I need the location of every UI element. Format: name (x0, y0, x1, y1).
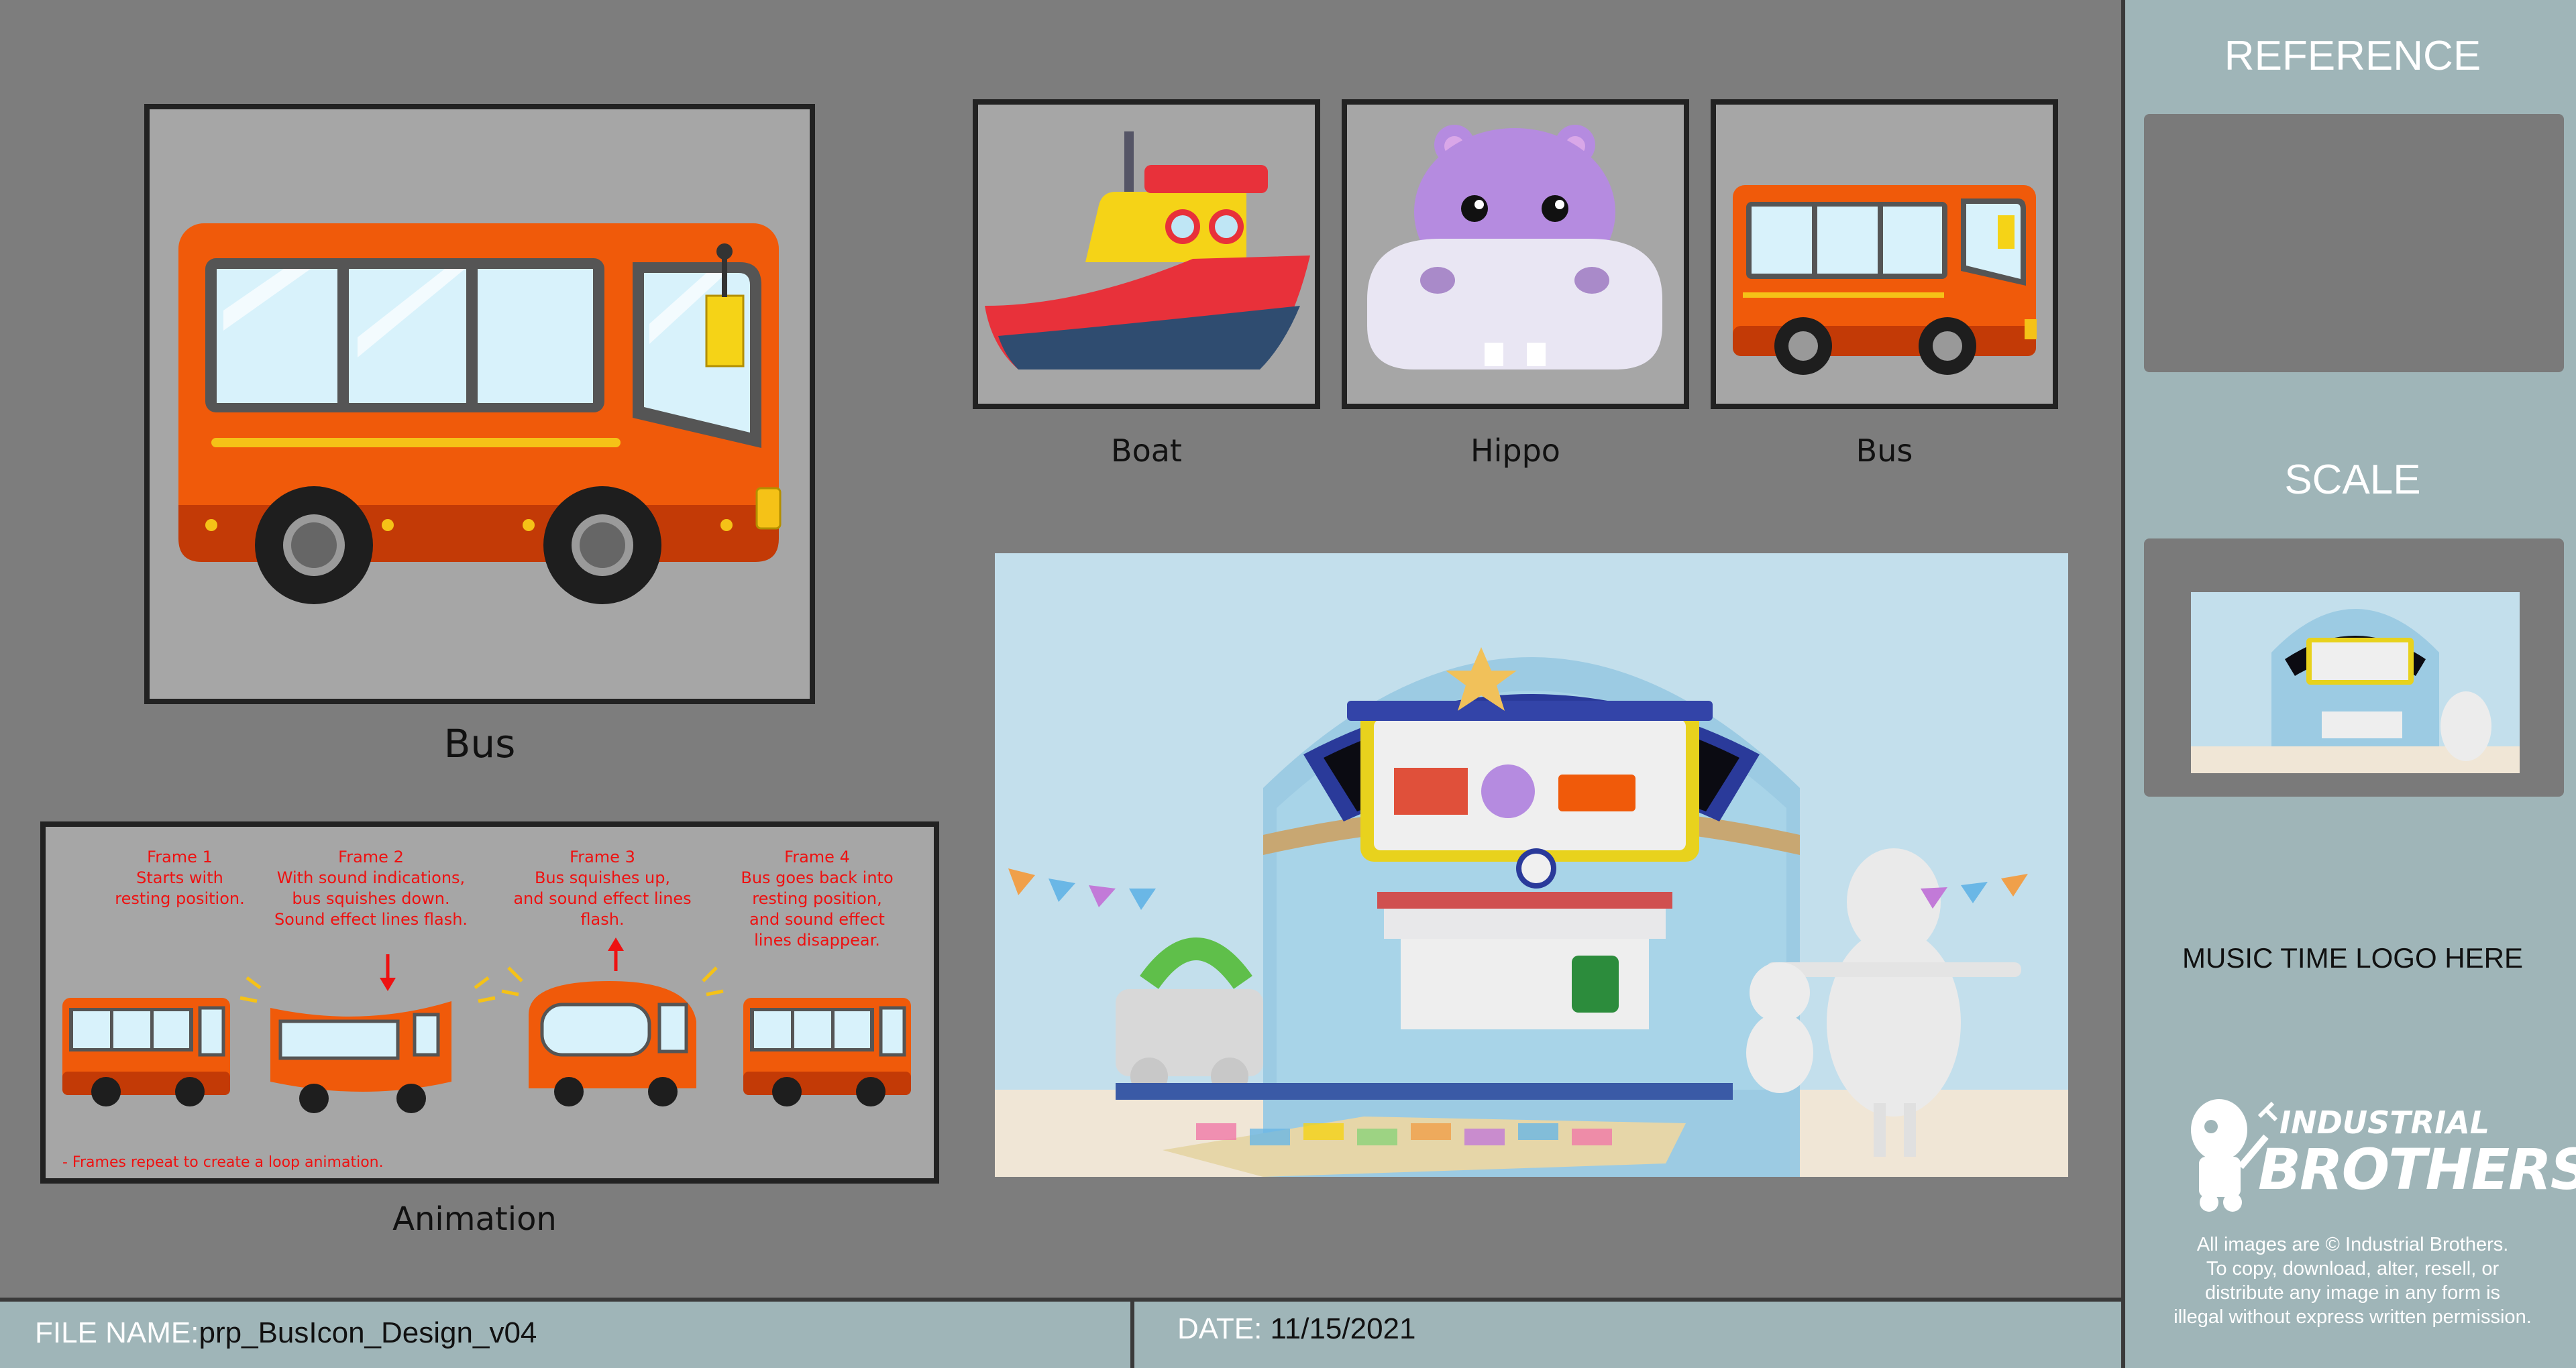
main-bus-caption: Bus (443, 721, 516, 766)
loop-note: - Frames repeat to create a loop animati… (62, 1154, 384, 1171)
footer-divider (1130, 1298, 1134, 1368)
scale-thumbnail (2144, 538, 2564, 797)
file-name-field: FILE NAME:prp_BusIcon_Design_v04 (35, 1316, 537, 1350)
icon-panel-boat (973, 99, 1320, 409)
bus-illustration (178, 223, 782, 604)
frame-4-bus (743, 998, 911, 1106)
frame-3-bus (529, 981, 696, 1106)
animation-frames-illustration (62, 937, 911, 1113)
main-bus-panel (144, 104, 815, 704)
date-value: 11/15/2021 (1270, 1312, 1416, 1345)
date-field: DATE: 11/15/2021 (1177, 1312, 1416, 1346)
bus-icon (1733, 185, 2037, 375)
animation-caption: Animation (392, 1200, 557, 1238)
icon-label-boat: Boat (1111, 433, 1182, 469)
footer-bar: FILE NAME:prp_BusIcon_Design_v04 (0, 1298, 2121, 1368)
logo-placeholder-text: MUSIC TIME LOGO HERE (2182, 942, 2523, 974)
icon-label-bus: Bus (1856, 433, 1913, 469)
scene-render-image (995, 553, 2068, 1177)
industrial-brothers-logo: INDUSTRIAL BROTHERS (2179, 1090, 2576, 1217)
file-name-value: prp_BusIcon_Design_v04 (199, 1316, 537, 1349)
frame-2-bus (270, 1001, 451, 1113)
scale-title: SCALE (2284, 457, 2421, 503)
reference-image-placeholder (2144, 114, 2564, 372)
copyright-notice: All images are © Industrial Brothers. To… (2174, 1234, 2532, 1328)
icon-label-hippo: Hippo (1470, 433, 1560, 469)
frame-1-bus (62, 998, 230, 1106)
hippo-icon (1367, 125, 1662, 369)
reference-sidebar: REFERENCE SCALE MUSIC TIME LOGO HERE IND… (2121, 0, 2576, 1368)
scale-thumbnail-image (2191, 592, 2520, 773)
reference-title: REFERENCE (2224, 33, 2481, 79)
scene-render (995, 553, 2068, 1177)
brand-line-2: BROTHERS (2258, 1137, 2576, 1202)
icon-panel-hippo (1342, 99, 1689, 409)
date-label: DATE: (1177, 1312, 1263, 1345)
boat-icon (985, 131, 1310, 369)
brand-line-1: INDUSTRIAL (2279, 1104, 2490, 1141)
icon-panel-bus (1711, 99, 2058, 409)
file-name-label: FILE NAME: (35, 1316, 199, 1349)
animation-panel: Frame 1 Starts with resting position. Fr… (40, 821, 939, 1184)
